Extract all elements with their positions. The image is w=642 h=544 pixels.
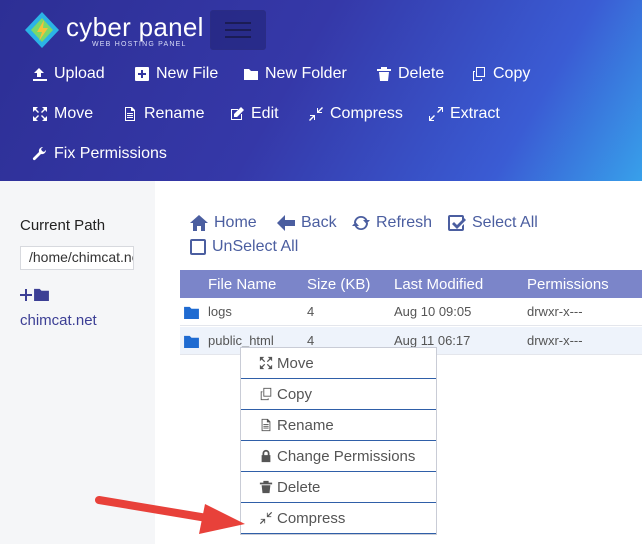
add-folder-button[interactable] (20, 288, 49, 301)
move-arrows-icon (259, 356, 273, 370)
square-icon (190, 239, 206, 255)
delete-label: Delete (398, 65, 445, 82)
upload-icon (33, 68, 47, 81)
back-button[interactable]: Back (277, 214, 337, 232)
home-label: Home (214, 214, 257, 231)
folder-icon (184, 306, 199, 319)
context-menu: Move Copy Rename Change Permissions Dele… (240, 347, 437, 535)
upload-button[interactable]: Upload (32, 65, 105, 83)
delete-button[interactable]: Delete (376, 65, 444, 83)
refresh-label: Refresh (376, 214, 433, 231)
context-menu-label: Move (277, 354, 314, 372)
row-file-name: public_html (208, 333, 274, 348)
copy-label: Copy (493, 65, 531, 82)
context-menu-label: Delete (277, 478, 321, 496)
row-modified: Aug 10 09:05 (394, 304, 472, 319)
col-size: Size (KB) (307, 276, 371, 293)
new-file-label: New File (156, 65, 219, 82)
folder-icon (34, 288, 49, 301)
home-button[interactable]: Home (190, 214, 257, 232)
home-icon (190, 215, 208, 231)
cyberpanel-logo-icon (25, 12, 59, 48)
file-text-icon (261, 418, 271, 432)
extract-button[interactable]: Extract (428, 105, 500, 123)
copy-icon (473, 67, 485, 81)
refresh-icon (352, 216, 370, 230)
context-menu-copy[interactable]: Copy (241, 379, 436, 410)
context-menu-change-permissions[interactable]: Change Permissions (241, 441, 436, 472)
plus-square-icon (135, 67, 149, 81)
row-permissions: drwxr-x--- (527, 333, 583, 348)
row-permissions: drwxr-x--- (527, 304, 583, 319)
context-menu-move[interactable]: Move (241, 348, 436, 379)
trash-icon (259, 480, 273, 494)
refresh-button[interactable]: Refresh (352, 214, 432, 232)
rename-button[interactable]: Rename (122, 105, 204, 123)
copy-button[interactable]: Copy (471, 65, 530, 83)
fix-permissions-label: Fix Permissions (54, 145, 167, 162)
extract-label: Extract (450, 105, 500, 122)
compress-icon (309, 107, 323, 121)
folder-icon (184, 335, 199, 348)
move-arrows-icon (33, 107, 47, 121)
new-file-button[interactable]: New File (134, 65, 218, 83)
context-menu-delete[interactable]: Delete (241, 472, 436, 503)
col-permissions: Permissions (527, 276, 609, 293)
compress-button[interactable]: Compress (308, 105, 403, 123)
col-last-modified: Last Modified (394, 276, 484, 293)
edit-button[interactable]: Edit (229, 105, 279, 123)
edit-label: Edit (251, 105, 279, 122)
table-row[interactable]: logs 4 Aug 10 09:05 drwxr-x--- (180, 298, 642, 326)
select-all-button[interactable]: Select All (448, 214, 538, 232)
row-size: 4 (307, 304, 315, 319)
brand-subtitle: WEB HOSTING PANEL (92, 41, 187, 48)
arrow-left-icon (277, 215, 295, 231)
file-table-header: File Name Size (KB) Last Modified Permis… (180, 270, 642, 298)
expand-icon (429, 107, 443, 121)
folder-icon (244, 69, 258, 80)
compress-icon (259, 511, 273, 525)
brand-name: cyber panel (66, 12, 204, 42)
context-menu-label: Copy (277, 385, 313, 403)
select-all-label: Select All (472, 214, 538, 231)
context-menu-compress[interactable]: Compress (241, 503, 436, 534)
move-button[interactable]: Move (32, 105, 93, 123)
context-menu-label: Change Permissions (277, 447, 416, 465)
unselect-all-button[interactable]: UnSelect All (190, 238, 298, 256)
move-label: Move (54, 105, 94, 122)
trash-icon (377, 67, 391, 81)
menu-toggle-button[interactable] (210, 10, 266, 50)
file-text-icon (125, 107, 135, 121)
new-folder-button[interactable]: New Folder (243, 65, 347, 83)
check-square-icon (448, 215, 466, 231)
new-folder-label: New Folder (265, 65, 347, 82)
current-path-label: Current Path (20, 217, 106, 234)
context-menu-label: Compress (277, 509, 346, 527)
edit-icon (231, 107, 244, 120)
hamburger-icon (225, 22, 251, 24)
back-label: Back (301, 214, 337, 231)
row-file-name: logs (208, 304, 232, 319)
lock-icon (261, 449, 271, 463)
annotation-arrow-icon (95, 496, 245, 534)
context-menu-rename[interactable]: Rename (241, 410, 436, 441)
copy-icon (260, 387, 272, 401)
fix-permissions-button[interactable]: Fix Permissions (32, 145, 167, 163)
wrench-icon (32, 146, 47, 161)
domain-link[interactable]: chimcat.net (20, 312, 97, 329)
col-file-name: File Name (208, 276, 277, 293)
row-size: 4 (307, 333, 315, 348)
rename-label: Rename (144, 105, 205, 122)
row-modified: Aug 11 06:17 (394, 333, 471, 348)
compress-label: Compress (330, 105, 403, 122)
unselect-all-label: UnSelect All (212, 238, 299, 255)
context-menu-label: Rename (277, 416, 334, 434)
plus-icon (20, 288, 32, 301)
upload-label: Upload (54, 65, 105, 82)
current-path-input[interactable]: /home/chimcat.net (20, 246, 134, 270)
